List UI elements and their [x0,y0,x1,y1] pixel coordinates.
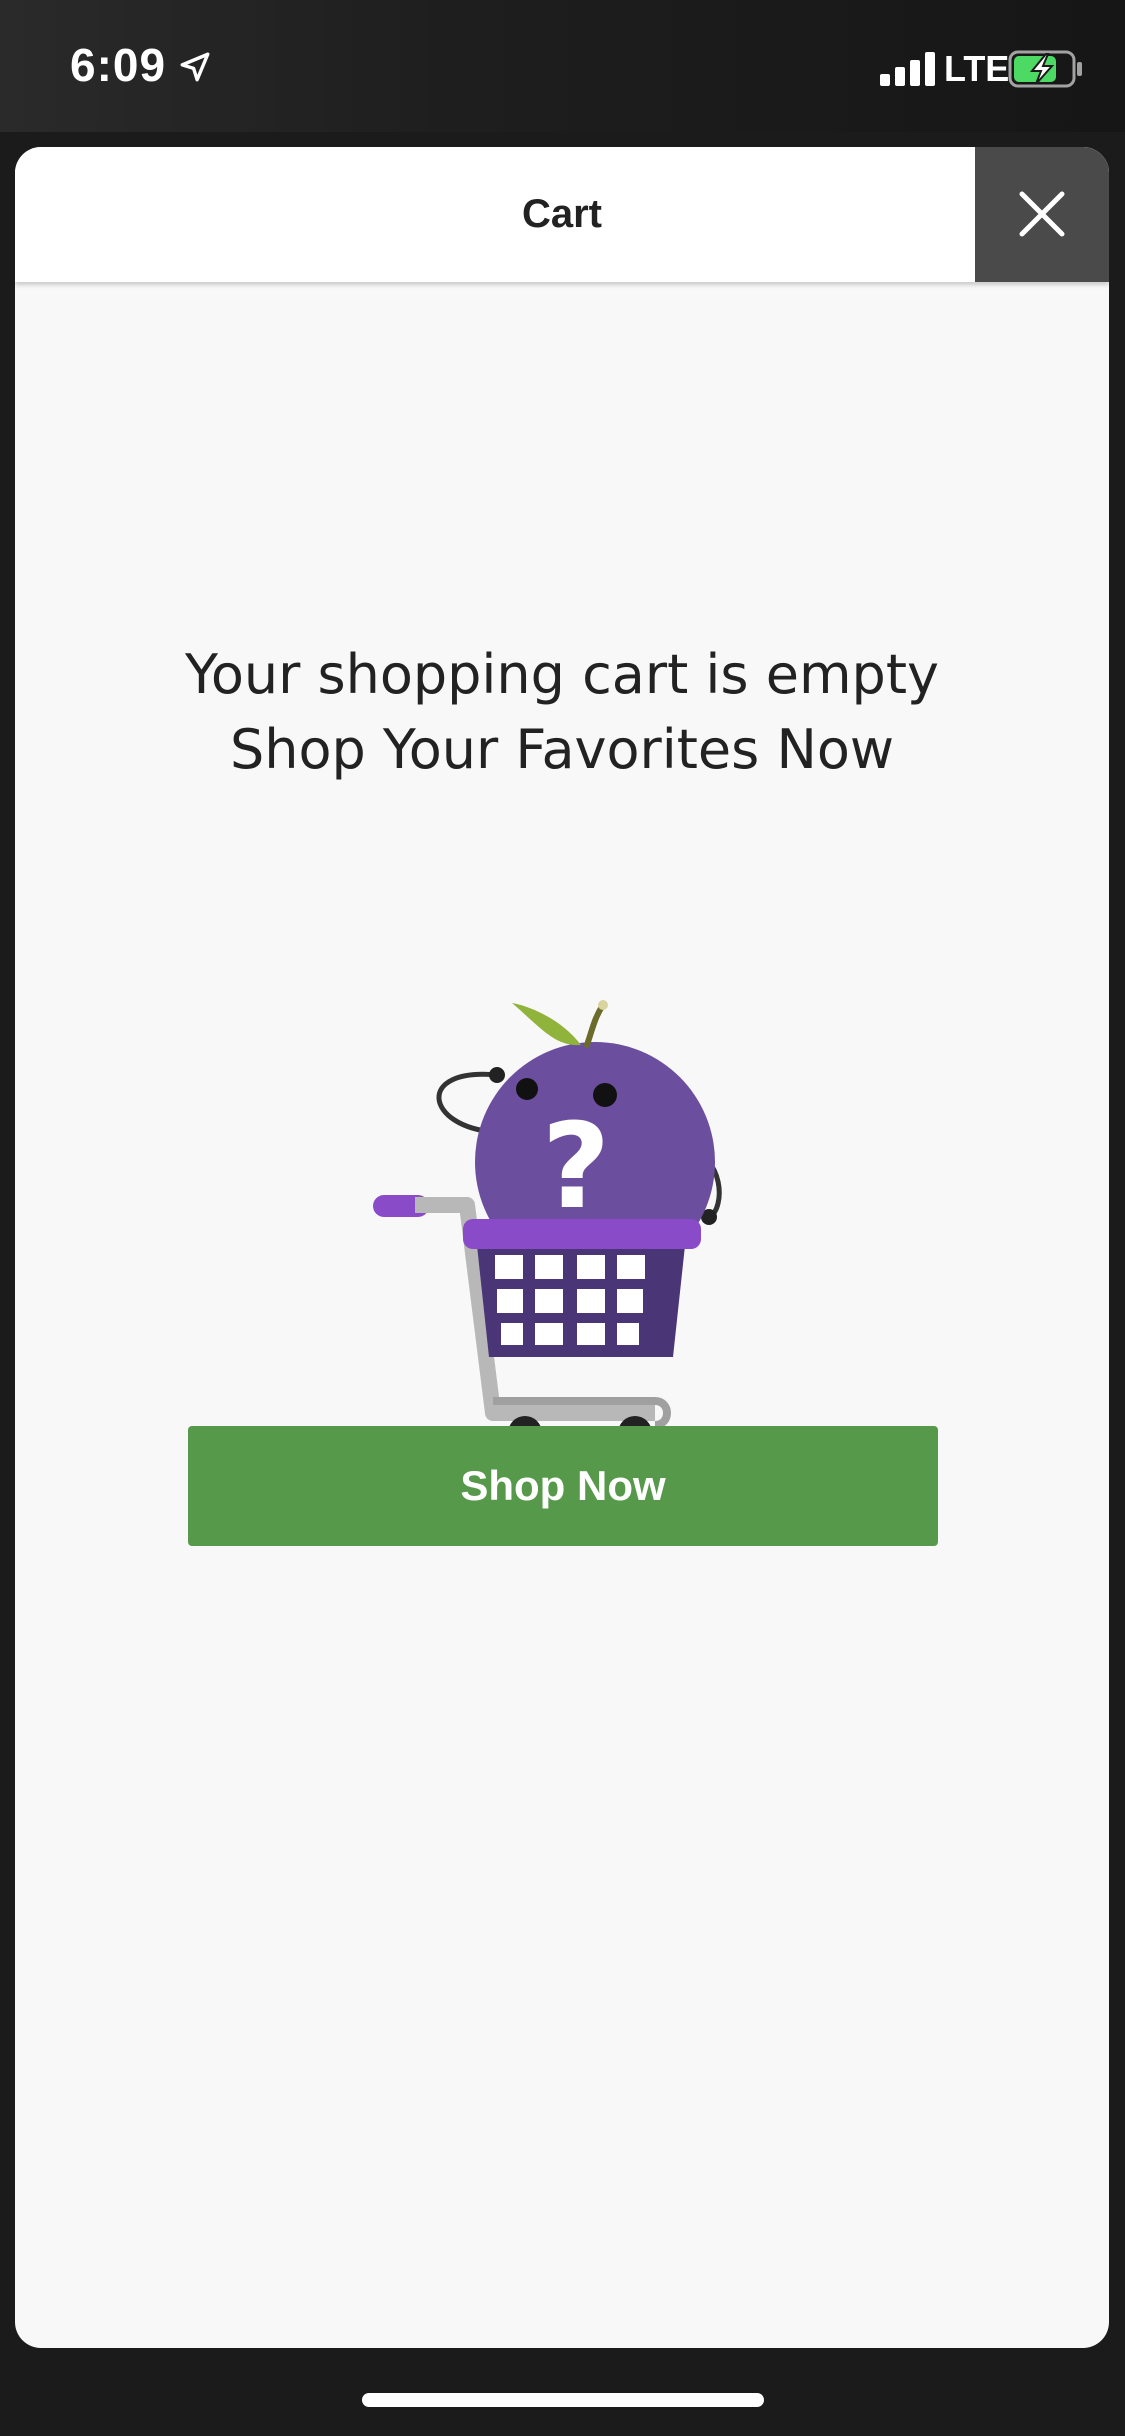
cart-sheet: Cart Your shopping cart is empty Shop Yo… [15,147,1109,2348]
empty-cart-line: Your shopping cart is empty [185,643,939,706]
close-icon [1019,191,1065,237]
svg-text:?: ? [542,1097,610,1235]
empty-cart-message: Your shopping cart is empty Shop Your Fa… [15,637,1109,787]
network-label: LTE [944,48,1010,89]
page-title: Cart [521,192,603,236]
close-button[interactable] [975,147,1109,282]
plum-cart-illustration: ? [373,1000,722,1450]
shop-favorites-line: Shop Your Favorites Now [229,718,895,781]
home-indicator[interactable] [362,2393,764,2407]
shop-now-button[interactable]: Shop Now [188,1426,938,1546]
sheet-header: Cart [15,147,1109,282]
location-arrow-icon [180,52,210,82]
battery-charging-icon [1008,50,1082,88]
status-bar: 6:09 LTE [0,0,1125,132]
signal-bars-icon [880,52,935,86]
status-time: 6:09 [70,39,167,91]
